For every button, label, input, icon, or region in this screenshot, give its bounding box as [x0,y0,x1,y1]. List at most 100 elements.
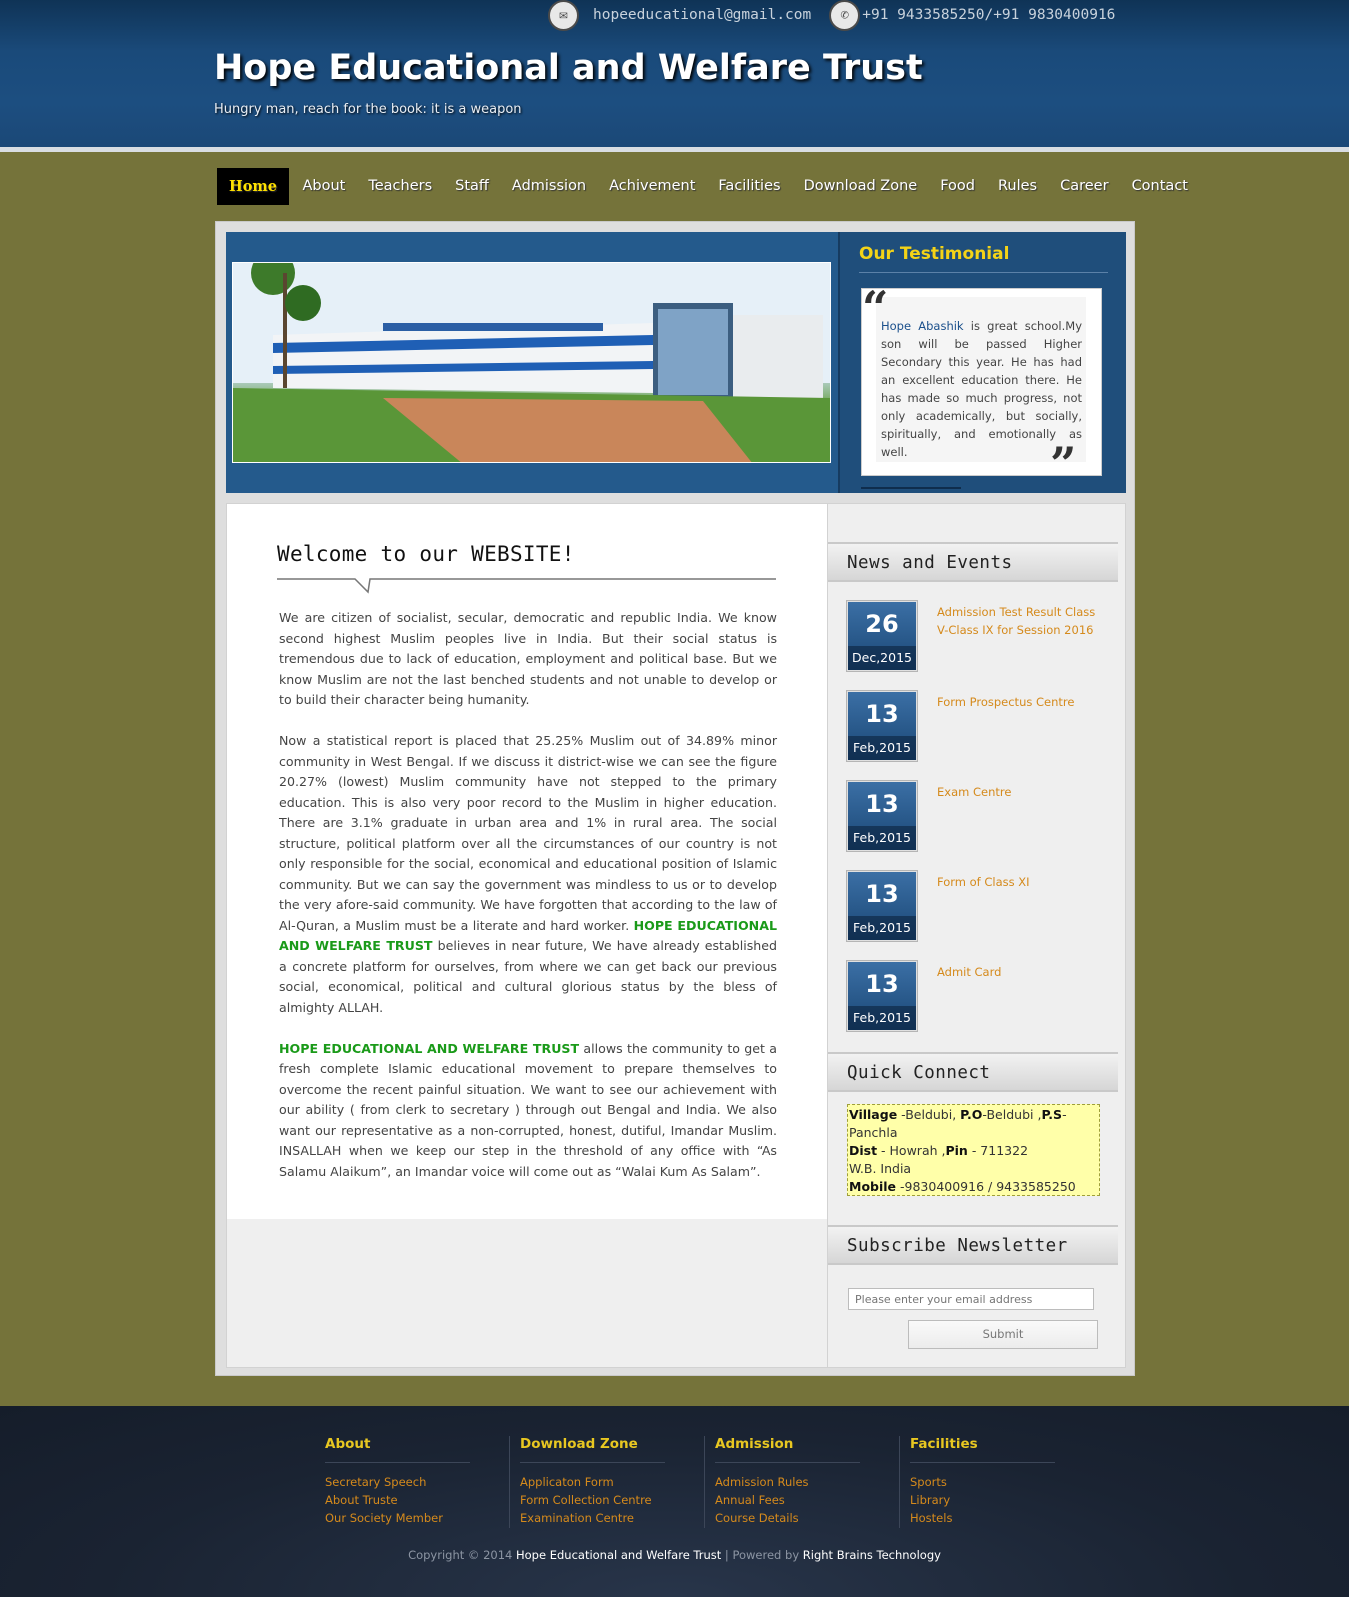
copyright: Copyright © 2014 Hope Educational and We… [0,1548,1349,1562]
footer-col-title: Admission [715,1436,794,1452]
testimonial-panel: Our Testimonial “ ” Hope Abashik is grea… [838,232,1126,493]
sidebar: News and Events 26 Dec,2015 Admission Tes… [827,504,1125,1367]
news-month: Feb,2015 [848,1006,916,1030]
contact-bar: ✉ hopeeducational@gmail.com ✆ +91 943358… [548,0,1116,31]
footer-separator [509,1436,510,1528]
testimonial-text: Hope Abashik is great school.My son will… [881,317,1082,461]
state-value: W.B. India [849,1161,912,1176]
po-value: -Beldubi , [982,1107,1042,1122]
footer-col-title: About [325,1436,371,1452]
school-building-image [232,262,831,463]
news-day: 26 [865,610,899,638]
news-item[interactable]: 13 Feb,2015 Exam Centre [847,781,1107,853]
newsletter-submit-button[interactable]: Submit [908,1320,1098,1349]
nav-rules[interactable]: Rules [986,168,1048,205]
footer-link[interactable]: About Truste [325,1491,485,1509]
news-title[interactable]: Admission Test Result Class V-Class IX f… [937,603,1107,639]
site-header: ✉ hopeeducational@gmail.com ✆ +91 943358… [0,0,1349,152]
quick-connect-header: Quick Connect [828,1052,1118,1092]
mobile-label: Mobile [849,1179,897,1194]
news-day: 13 [865,970,899,998]
nav-food[interactable]: Food [929,168,987,205]
heading-divider [277,578,776,594]
testimonial-box: “ ” Hope Abashik is great school.My son … [861,285,1102,487]
banner: Our Testimonial “ ” Hope Abashik is grea… [226,232,1126,493]
footer-link[interactable]: Secretary Speech [325,1473,485,1491]
copyright-org[interactable]: Hope Educational and Welfare Trust [516,1548,721,1562]
site-title[interactable]: Hope Educational and Welfare Trust [214,48,923,88]
news-date: 26 Dec,2015 [847,601,917,671]
p3-trust-name: HOPE EDUCATIONAL AND WELFARE TRUST [279,1040,580,1056]
powered-by-link[interactable]: Right Brains Technology [803,1548,941,1562]
footer-link[interactable]: Form Collection Centre [520,1491,680,1509]
nav-career[interactable]: Career [1049,168,1120,205]
article: Welcome to our WEBSITE! We are citizen o… [227,504,827,1219]
newsletter-email-input[interactable] [848,1288,1094,1310]
p3-text-b: allows the community to get a fresh comp… [279,1040,777,1179]
news-title[interactable]: Exam Centre [937,783,1107,801]
nav-home[interactable]: Home [217,168,289,205]
copyright-prefix: Copyright © 2014 [408,1548,516,1562]
news-day: 13 [865,790,899,818]
header-email-link[interactable]: hopeeducational@gmail.com [593,7,811,23]
news-events-title: News and Events [847,553,1013,573]
footer-link[interactable]: Library [910,1491,1070,1509]
main-nav: Home About Teachers Staff Admission Achi… [217,168,1199,205]
footer-link[interactable]: Sports [910,1473,1070,1491]
footer-col-title: Download Zone [520,1436,638,1452]
nav-teachers[interactable]: Teachers [357,168,444,205]
village-value: -Beldubi, [897,1107,961,1122]
news-day: 13 [865,880,899,908]
news-item[interactable]: 13 Feb,2015 Form Prospectus Centre [847,691,1107,763]
nav-contact[interactable]: Contact [1120,168,1199,205]
school-building-illustration [233,263,830,462]
ps-label: P.S [1041,1107,1063,1122]
nav-achivement[interactable]: Achivement [598,168,707,205]
footer-col-rule [325,1462,470,1463]
nav-about[interactable]: About [291,168,357,205]
nav-admission[interactable]: Admission [500,168,597,205]
content-area: Welcome to our WEBSITE! We are citizen o… [226,503,1126,1368]
news-title[interactable]: Admit Card [937,963,1107,981]
news-events-header: News and Events [828,542,1118,582]
footer-col-download: Download Zone Applicaton Form Form Colle… [520,1436,680,1527]
testimonial-pager [861,487,961,489]
nav-facilities[interactable]: Facilities [707,168,792,205]
p2-text-a: Now a statistical report is placed that … [279,733,777,933]
nav-download-zone[interactable]: Download Zone [792,168,929,205]
site-tagline: Hungry man, reach for the book: it is a … [214,102,522,117]
footer-link[interactable]: Annual Fees [715,1491,875,1509]
footer-col-rule [910,1462,1055,1463]
footer-link[interactable]: Our Society Member [325,1509,485,1527]
nav-staff[interactable]: Staff [444,168,501,205]
site-footer: About Secretary Speech About Truste Our … [0,1406,1349,1597]
news-item[interactable]: 26 Dec,2015 Admission Test Result Class V… [847,601,1107,673]
footer-link[interactable]: Hostels [910,1509,1070,1527]
news-month: Feb,2015 [848,826,916,850]
news-item[interactable]: 13 Feb,2015 Admit Card [847,961,1107,1033]
news-item[interactable]: 13 Feb,2015 Form of Class XI [847,871,1107,943]
news-month: Dec,2015 [848,646,916,670]
footer-col-facilities: Facilities Sports Library Hostels [910,1436,1070,1527]
testimonial-author: Hope Abashik [881,319,964,333]
footer-link[interactable]: Course Details [715,1509,875,1527]
news-date: 13 Feb,2015 [847,961,917,1031]
pin-value: - 711322 [967,1143,1029,1158]
envelope-icon: ✉ [548,0,579,31]
news-month: Feb,2015 [848,916,916,940]
footer-link[interactable]: Applicaton Form [520,1473,680,1491]
news-date: 13 Feb,2015 [847,871,917,941]
footer-link[interactable]: Admission Rules [715,1473,875,1491]
news-title[interactable]: Form of Class XI [937,873,1107,891]
header-phone: +91 9433585250/+91 9830400916 [862,7,1116,23]
footer-col-title: Facilities [910,1436,978,1452]
testimonial-divider [859,272,1108,273]
phone-icon: ✆ [829,0,861,31]
article-paragraph-1: We are citizen of socialist, secular, de… [279,610,777,707]
news-month: Feb,2015 [848,736,916,760]
footer-link[interactable]: Examination Centre [520,1509,680,1527]
newsletter-header: Subscribe Newsletter [828,1225,1118,1265]
news-title[interactable]: Form Prospectus Centre [937,693,1107,711]
quick-connect-title: Quick Connect [847,1063,991,1083]
footer-separator [899,1436,900,1528]
